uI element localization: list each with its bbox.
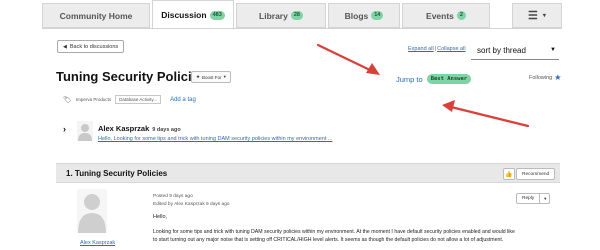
thread-title: Tuning Security Policies bbox=[56, 69, 207, 84]
tag-imperva-products[interactable]: Imperva Products bbox=[76, 97, 111, 102]
tab-divider bbox=[42, 28, 562, 29]
tab-events[interactable]: Events 2 bbox=[402, 3, 490, 28]
post-author-link[interactable]: Alex Kasprzak bbox=[80, 240, 115, 246]
best-answer-badge[interactable]: Best Answer bbox=[426, 74, 472, 84]
chevron-down-icon: ▾ bbox=[223, 74, 226, 79]
reply-title: 1. Tuning Security Policies bbox=[66, 169, 168, 178]
tab-label: Library bbox=[259, 10, 288, 21]
arrow-left-icon: ◀ bbox=[63, 43, 67, 50]
posted-timestamp: Posted 9 days ago bbox=[153, 194, 193, 199]
sort-selected-value: sort by thread bbox=[477, 46, 526, 55]
summary-author-name: Alex Kasprzak bbox=[98, 124, 150, 133]
collapse-all-link[interactable]: Collapse all bbox=[437, 46, 465, 52]
back-to-discussions-button[interactable]: ◀ Back to discussions bbox=[57, 40, 125, 53]
tab-blogs[interactable]: Blogs 14 bbox=[328, 3, 400, 28]
reply-header: 1. Tuning Security Policies 👍 Recommend bbox=[56, 163, 560, 183]
library-count-badge: 28 bbox=[290, 11, 303, 20]
blogs-count-badge: 14 bbox=[371, 11, 384, 20]
discussion-count-badge: 483 bbox=[209, 10, 225, 20]
community-tab-bar: Community Home Discussion 483 Library 28… bbox=[42, 0, 562, 30]
events-count-badge: 2 bbox=[456, 11, 466, 20]
thumbs-up-icon[interactable]: 👍 bbox=[503, 168, 515, 180]
reply-label: Reply bbox=[517, 194, 541, 203]
post-body-line-1: Looking for some tips and trick with tun… bbox=[153, 229, 515, 235]
tab-label: Discussion bbox=[161, 10, 207, 20]
hamburger-icon: ☰ bbox=[528, 10, 538, 22]
tab-discussion[interactable]: Discussion 483 bbox=[152, 0, 234, 30]
chevron-down-icon: ▾ bbox=[542, 13, 546, 19]
tag-database-activity[interactable]: Database Activity... bbox=[115, 95, 162, 104]
tag-icon: 🏷 bbox=[63, 96, 72, 104]
boost-star-icon: ★ bbox=[196, 74, 201, 79]
summary-post-link[interactable]: Hello, Looking for some tips and trick w… bbox=[98, 136, 332, 142]
sort-select[interactable]: sort by thread ▼ bbox=[471, 42, 559, 60]
caret-down-icon: ▼ bbox=[550, 47, 556, 53]
arrow-annotation-upper bbox=[316, 43, 380, 75]
jump-to-label: Jump to bbox=[396, 74, 423, 84]
boost-for-button[interactable]: ★ Boost For ▾ bbox=[191, 71, 231, 83]
chevron-down-icon[interactable]: ▼ bbox=[540, 196, 550, 201]
arrow-annotation-lower bbox=[442, 100, 530, 128]
link-separator: | bbox=[434, 46, 437, 52]
author-avatar bbox=[77, 189, 107, 233]
expand-collapse-links: Expand all|Collapse all bbox=[408, 46, 466, 52]
summary-author: Alex Kasprzak 9 days ago bbox=[98, 124, 181, 133]
tab-library[interactable]: Library 28 bbox=[236, 3, 326, 28]
avatar bbox=[77, 121, 93, 141]
following-toggle[interactable]: Following ★ bbox=[529, 73, 561, 82]
tab-label: Events bbox=[426, 10, 454, 21]
tab-label: Blogs bbox=[344, 10, 369, 21]
boost-label: Boost For bbox=[202, 74, 222, 80]
back-label: Back to discussions bbox=[69, 43, 119, 50]
jump-to-best-answer[interactable]: Jump to Best Answer bbox=[396, 74, 472, 84]
post-body-line-2: to start turning out any major noise tha… bbox=[153, 237, 504, 243]
reply-button[interactable]: Reply ▼ bbox=[516, 193, 550, 204]
tab-more-menu[interactable]: ☰ ▾ bbox=[512, 3, 562, 28]
recommend-button[interactable]: Recommend bbox=[516, 168, 556, 180]
tag-row: 🏷 Imperva Products Database Activity... … bbox=[63, 95, 196, 104]
following-label: Following bbox=[529, 74, 553, 81]
tab-community-home[interactable]: Community Home bbox=[42, 3, 150, 28]
edited-by-text: Edited by Alex Kasprzak 9 days ago bbox=[153, 202, 230, 207]
post-greeting: Hello, bbox=[153, 214, 168, 220]
summary-timestamp: 9 days ago bbox=[152, 127, 181, 133]
expand-all-link[interactable]: Expand all bbox=[408, 46, 434, 52]
tab-label: Community Home bbox=[59, 10, 133, 21]
star-icon: ★ bbox=[554, 73, 562, 82]
add-tag-link[interactable]: Add a tag bbox=[170, 97, 196, 103]
expand-thread-chevron-icon[interactable]: › bbox=[63, 124, 66, 134]
